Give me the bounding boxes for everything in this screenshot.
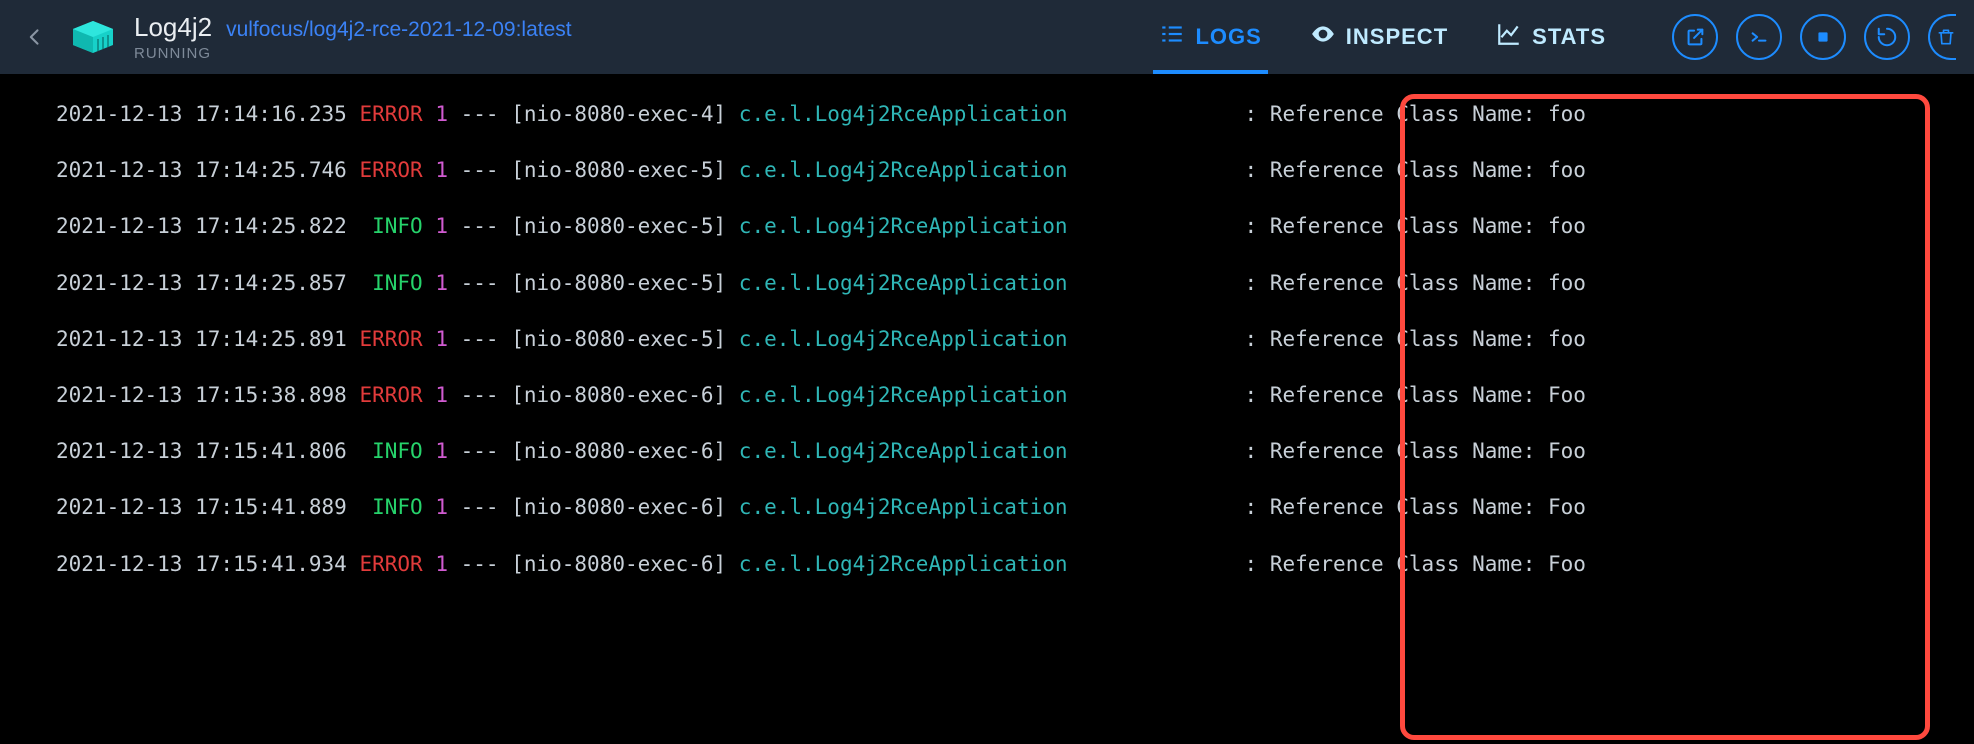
log-timestamp: 2021-12-13 17:14:16.235 xyxy=(56,102,347,127)
log-level: ERROR xyxy=(359,102,422,127)
log-timestamp: 2021-12-13 17:15:38.898 xyxy=(56,383,347,408)
delete-button[interactable] xyxy=(1928,14,1956,60)
tab-logs-label: LOGS xyxy=(1195,24,1261,50)
log-level: ERROR xyxy=(359,552,422,577)
log-line: 2021-12-13 17:14:25.857 INFO 1 --- [nio-… xyxy=(56,271,1974,296)
log-logger: c.e.l.Log4j2RceApplication xyxy=(739,552,1068,577)
logs-icon xyxy=(1159,21,1185,53)
log-message: Reference Class Name: foo xyxy=(1270,158,1586,183)
log-thread: [nio-8080-exec-5] xyxy=(511,271,726,296)
tab-inspect[interactable]: INSPECT xyxy=(1310,0,1448,74)
log-line: 2021-12-13 17:15:41.889 INFO 1 --- [nio-… xyxy=(56,495,1974,520)
log-logger: c.e.l.Log4j2RceApplication xyxy=(739,271,1068,296)
log-level: ERROR xyxy=(359,158,422,183)
log-timestamp: 2021-12-13 17:14:25.822 xyxy=(56,214,347,239)
restart-button[interactable] xyxy=(1864,14,1910,60)
log-line: 2021-12-13 17:15:41.806 INFO 1 --- [nio-… xyxy=(56,439,1974,464)
log-line: 2021-12-13 17:14:25.746 ERROR 1 --- [nio… xyxy=(56,158,1974,183)
log-level: ERROR xyxy=(359,383,422,408)
tab-stats-label: STATS xyxy=(1532,24,1606,50)
cli-button[interactable] xyxy=(1736,14,1782,60)
log-output[interactable]: 2021-12-13 17:14:16.235 ERROR 1 --- [nio… xyxy=(0,74,1974,744)
title-block: Log4j2 vulfocus/log4j2-rce-2021-12-09:la… xyxy=(134,12,572,62)
log-pid: 1 xyxy=(435,102,448,127)
log-line: 2021-12-13 17:14:25.891 ERROR 1 --- [nio… xyxy=(56,327,1974,352)
stats-icon xyxy=(1496,21,1522,53)
log-timestamp: 2021-12-13 17:14:25.857 xyxy=(56,271,347,296)
open-in-browser-button[interactable] xyxy=(1672,14,1718,60)
log-thread: [nio-8080-exec-6] xyxy=(511,383,726,408)
log-logger: c.e.l.Log4j2RceApplication xyxy=(739,158,1068,183)
log-message: Reference Class Name: foo xyxy=(1270,214,1586,239)
log-thread: [nio-8080-exec-5] xyxy=(511,214,726,239)
log-pid: 1 xyxy=(435,271,448,296)
log-logger: c.e.l.Log4j2RceApplication xyxy=(739,214,1068,239)
container-title: Log4j2 xyxy=(134,12,212,43)
log-level: ERROR xyxy=(359,327,422,352)
log-logger: c.e.l.Log4j2RceApplication xyxy=(739,327,1068,352)
log-logger: c.e.l.Log4j2RceApplication xyxy=(739,495,1068,520)
log-pid: 1 xyxy=(435,214,448,239)
log-thread: [nio-8080-exec-6] xyxy=(511,495,726,520)
log-thread: [nio-8080-exec-5] xyxy=(511,158,726,183)
log-thread: [nio-8080-exec-6] xyxy=(511,439,726,464)
log-pid: 1 xyxy=(435,383,448,408)
log-pid: 1 xyxy=(435,495,448,520)
log-thread: [nio-8080-exec-6] xyxy=(511,552,726,577)
image-reference[interactable]: vulfocus/log4j2-rce-2021-12-09:latest xyxy=(226,18,572,42)
log-logger: c.e.l.Log4j2RceApplication xyxy=(739,102,1068,127)
log-level: INFO xyxy=(359,214,422,239)
log-line: 2021-12-13 17:15:41.934 ERROR 1 --- [nio… xyxy=(56,552,1974,577)
log-message: Reference Class Name: Foo xyxy=(1270,383,1586,408)
log-pid: 1 xyxy=(435,158,448,183)
log-timestamp: 2021-12-13 17:14:25.746 xyxy=(56,158,347,183)
log-pid: 1 xyxy=(435,552,448,577)
log-thread: [nio-8080-exec-4] xyxy=(511,102,726,127)
log-timestamp: 2021-12-13 17:15:41.889 xyxy=(56,495,347,520)
log-message: Reference Class Name: Foo xyxy=(1270,552,1586,577)
log-message: Reference Class Name: foo xyxy=(1270,271,1586,296)
container-icon xyxy=(70,20,116,54)
log-message: Reference Class Name: foo xyxy=(1270,327,1586,352)
tab-bar: LOGS INSPECT STATS xyxy=(1159,0,1606,74)
log-message: Reference Class Name: Foo xyxy=(1270,495,1586,520)
log-timestamp: 2021-12-13 17:15:41.934 xyxy=(56,552,347,577)
tab-stats[interactable]: STATS xyxy=(1496,0,1606,74)
log-thread: [nio-8080-exec-5] xyxy=(511,327,726,352)
action-button-group xyxy=(1672,14,1956,60)
stop-button[interactable] xyxy=(1800,14,1846,60)
log-level: INFO xyxy=(359,439,422,464)
log-line: 2021-12-13 17:15:38.898 ERROR 1 --- [nio… xyxy=(56,383,1974,408)
log-level: INFO xyxy=(359,271,422,296)
back-button[interactable] xyxy=(18,20,52,54)
container-status: RUNNING xyxy=(134,45,572,62)
log-level: INFO xyxy=(359,495,422,520)
header-bar: Log4j2 vulfocus/log4j2-rce-2021-12-09:la… xyxy=(0,0,1974,74)
log-line: 2021-12-13 17:14:16.235 ERROR 1 --- [nio… xyxy=(56,102,1974,127)
log-logger: c.e.l.Log4j2RceApplication xyxy=(739,439,1068,464)
log-timestamp: 2021-12-13 17:15:41.806 xyxy=(56,439,347,464)
tab-logs[interactable]: LOGS xyxy=(1159,0,1261,74)
log-pid: 1 xyxy=(435,327,448,352)
eye-icon xyxy=(1310,21,1336,53)
log-line: 2021-12-13 17:14:25.822 INFO 1 --- [nio-… xyxy=(56,214,1974,239)
log-message: Reference Class Name: Foo xyxy=(1270,439,1586,464)
log-timestamp: 2021-12-13 17:14:25.891 xyxy=(56,327,347,352)
tab-inspect-label: INSPECT xyxy=(1346,24,1448,50)
log-pid: 1 xyxy=(435,439,448,464)
log-logger: c.e.l.Log4j2RceApplication xyxy=(739,383,1068,408)
log-message: Reference Class Name: foo xyxy=(1270,102,1586,127)
